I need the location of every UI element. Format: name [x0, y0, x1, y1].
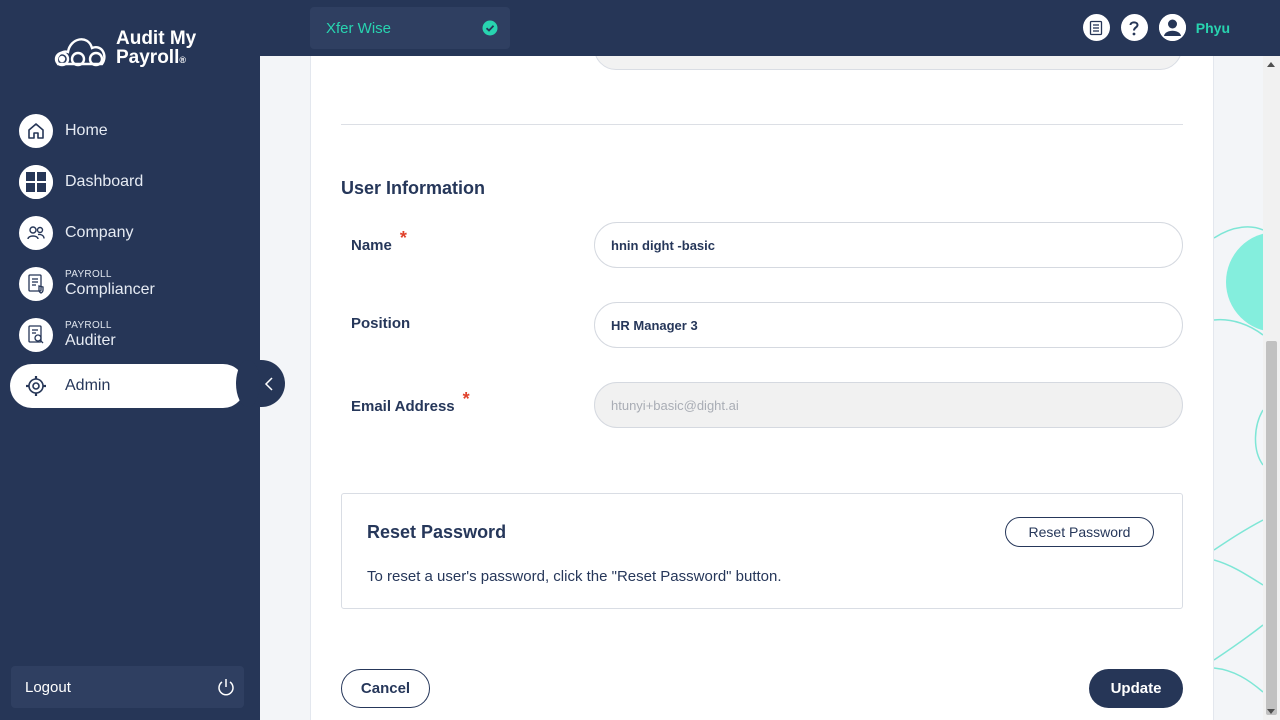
- power-icon: [218, 679, 234, 696]
- sidebar-item-dashboard[interactable]: Dashboard: [10, 160, 245, 204]
- sidebar-item-compliancer[interactable]: PAYROLL Compliancer: [10, 262, 245, 306]
- document-shield-icon: [19, 267, 53, 301]
- top-bar: Xfer Wise Phyu: [260, 0, 1280, 56]
- logout-label: Logout: [25, 678, 71, 696]
- scroll-thumb[interactable]: [1266, 341, 1277, 715]
- brand-name: Audit My Payroll®: [116, 29, 196, 70]
- gear-icon: [19, 369, 53, 403]
- page-scrollbar[interactable]: [1263, 56, 1280, 720]
- logo-icon: [54, 38, 106, 67]
- sidebar-item-label: Company: [65, 224, 134, 241]
- position-input[interactable]: HR Manager 3: [594, 302, 1183, 348]
- sidebar-item-home[interactable]: Home: [10, 109, 245, 153]
- sidebar-item-company[interactable]: Company: [10, 211, 245, 255]
- sidebar: Audit My Payroll® Home Dashboard Company…: [0, 0, 260, 720]
- user-name[interactable]: Phyu: [1196, 20, 1230, 36]
- user-avatar[interactable]: [1158, 14, 1186, 41]
- help-button[interactable]: [1120, 14, 1148, 41]
- user-icon: [1158, 14, 1186, 41]
- reset-password-card: Reset Password To reset a user's passwor…: [341, 493, 1183, 609]
- sidebar-item-label: Dashboard: [65, 173, 144, 190]
- scroll-down-icon[interactable]: [1267, 709, 1275, 714]
- section-title: User Information: [341, 178, 486, 198]
- reset-password-button[interactable]: Reset Password: [1005, 517, 1154, 547]
- sidebar-item-label: Compliancer: [65, 281, 155, 298]
- document-list-icon: [1090, 20, 1103, 35]
- name-label: Name *: [351, 228, 407, 255]
- notes-button[interactable]: [1082, 14, 1110, 41]
- email-label-text: Email Address: [351, 398, 455, 415]
- top-actions: Phyu: [1072, 14, 1230, 41]
- brand-line-1: Audit My: [116, 27, 197, 49]
- brand-reg-mark: ®: [179, 54, 187, 65]
- cancel-button[interactable]: Cancel: [341, 669, 430, 708]
- company-name: Xfer Wise: [326, 19, 392, 37]
- sidebar-item-label: Auditer: [65, 332, 116, 349]
- sidebar-item-auditer[interactable]: PAYROLL Auditer: [10, 313, 245, 357]
- users-icon: [19, 216, 53, 250]
- required-marker: *: [462, 389, 470, 409]
- document-search-icon: [19, 318, 53, 352]
- required-marker: *: [399, 228, 407, 248]
- sidebar-item-prefix: PAYROLL: [65, 269, 112, 280]
- name-label-text: Name: [351, 237, 392, 254]
- previous-field[interactable]: [594, 56, 1182, 70]
- update-button[interactable]: Update: [1089, 669, 1183, 708]
- logout-button[interactable]: Logout: [11, 666, 244, 708]
- reset-password-description: To reset a user's password, click the "R…: [367, 568, 782, 585]
- reset-password-title: Reset Password: [367, 522, 507, 542]
- main-panel: User Information Name * hnin dight -basic…: [310, 56, 1214, 720]
- sidebar-collapse-button[interactable]: [236, 360, 285, 407]
- home-icon: [19, 114, 53, 148]
- scroll-up-icon[interactable]: [1267, 62, 1275, 67]
- brand-line-2: Payroll: [116, 46, 180, 68]
- chevron-left-icon: [264, 376, 273, 391]
- sidebar-item-prefix: PAYROLL: [65, 320, 112, 331]
- sidebar-item-label: Home: [65, 122, 108, 139]
- sidebar-item-label: Admin: [65, 377, 111, 394]
- name-input[interactable]: hnin dight -basic: [594, 222, 1183, 268]
- brand-logo[interactable]: Audit My Payroll®: [52, 28, 196, 70]
- position-label: Position: [351, 315, 411, 332]
- background-decoration: [1214, 226, 1263, 693]
- grid-icon: [19, 165, 53, 199]
- sidebar-item-admin[interactable]: Admin: [10, 364, 245, 408]
- question-icon: [1129, 20, 1139, 35]
- company-selector[interactable]: Xfer Wise: [310, 7, 510, 49]
- email-label: Email Address *: [351, 389, 470, 416]
- email-input: htunyi+basic@dight.ai: [594, 382, 1183, 428]
- section-divider: [341, 124, 1183, 125]
- check-circle-icon: [482, 20, 498, 36]
